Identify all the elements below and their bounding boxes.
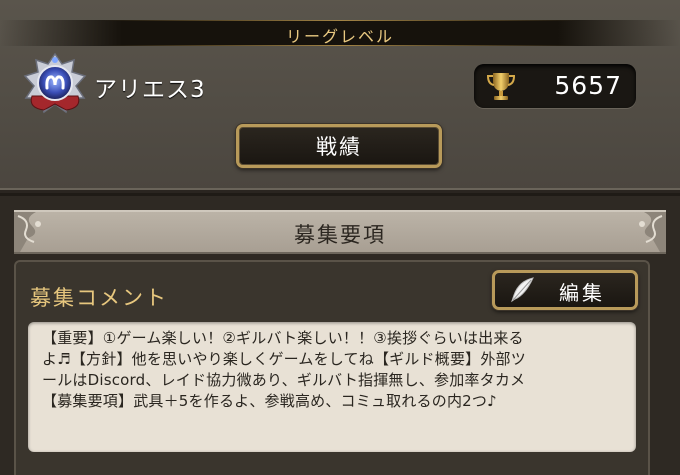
trophy-icon	[484, 69, 518, 103]
recruit-title: 募集要項	[294, 223, 386, 247]
quill-icon	[507, 275, 537, 305]
recruit-title-ribbon: 募集要項	[14, 210, 666, 254]
comment-line: 【重要】①ゲーム楽しい！②ギルバト楽しい！！③挨拶ぐらいは出来る	[42, 329, 524, 347]
league-score: 5657	[554, 71, 622, 100]
comment-line: ールはDiscord、レイド協力微あり、ギルバト指揮無し、参加率タカメ	[42, 371, 526, 389]
league-header-label: リーグレベル	[285, 27, 394, 46]
comment-line: よ♬【方針】他を思いやり楽しくゲームをしてね【ギルド概要】外部ツ	[42, 350, 526, 368]
recruit-panel: 募集要項 募集コメント 編集 【重要】①ゲーム楽しい！②ギルバト楽しい！！③挨拶…	[0, 196, 680, 475]
aries-emblem-icon	[22, 52, 88, 118]
rank-name: アリエス3	[94, 77, 206, 103]
recruit-comment-card: 募集コメント 編集 【重要】①ゲーム楽しい！②ギルバト楽しい！！③挨拶ぐらいは出…	[14, 260, 650, 475]
score-box: 5657	[474, 64, 636, 108]
record-button[interactable]: 戦績	[236, 124, 442, 168]
edit-button-label: 編集	[559, 281, 605, 305]
edit-button[interactable]: 編集	[492, 270, 638, 310]
ribbon-ornament-right-icon	[620, 212, 666, 252]
record-button-label: 戦績	[316, 135, 362, 159]
recruit-comment-label: 募集コメント	[30, 286, 168, 310]
league-header: リーグレベル	[0, 20, 680, 46]
comment-line: 【募集要項】武具＋5を作るよ、参戦高め、コミュ取れるの内2つ♪	[42, 392, 497, 410]
league-panel: リーグレベル アリエス3 5657 戦績	[0, 0, 680, 193]
recruit-comment-text: 【重要】①ゲーム楽しい！②ギルバト楽しい！！③挨拶ぐらいは出来る よ♬【方針】他…	[28, 322, 636, 452]
